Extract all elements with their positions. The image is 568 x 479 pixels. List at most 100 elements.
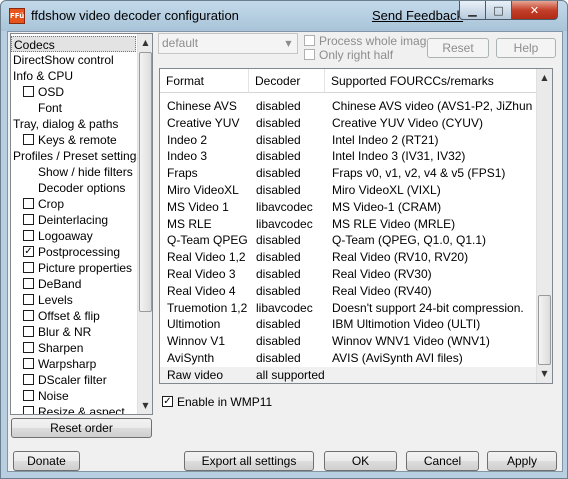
settings-tree-checkbox[interactable] xyxy=(23,374,34,385)
table-row[interactable]: Q-Team QPEG disabled Q-Team (QPEG, Q1.0, Q… xyxy=(160,232,538,249)
settings-tree-checkbox[interactable] xyxy=(23,406,34,414)
table-row[interactable]: Real Video 4 disabled Real Video (RV40) xyxy=(160,283,538,300)
settings-tree-checkbox[interactable] xyxy=(23,134,34,145)
settings-tree-item[interactable]: Codecs xyxy=(11,36,136,52)
only-right-half-box[interactable] xyxy=(304,49,315,60)
settings-tree-item[interactable]: Keys & remote xyxy=(11,132,137,148)
table-row[interactable]: Winnov V1 disabled Winnov WNV1 Video (WNV1… xyxy=(160,333,538,350)
settings-tree-item[interactable]: DirectShow control xyxy=(11,52,137,68)
minimize-button[interactable]: ▁ xyxy=(459,1,486,20)
settings-tree-item[interactable]: Info & CPU xyxy=(11,68,137,84)
settings-tree-checkbox[interactable] xyxy=(23,310,34,321)
table-row[interactable]: Raw video all supported xyxy=(160,366,538,383)
table-row[interactable]: Miro VideoXL disabled Miro VideoXL (VIXL) xyxy=(160,182,538,199)
settings-tree-item[interactable]: Resize & aspect xyxy=(11,404,137,414)
settings-tree-item[interactable]: ✓ Postprocessing xyxy=(11,244,137,260)
export-all-settings-button[interactable]: Export all settings xyxy=(184,451,314,471)
settings-tree-checkbox[interactable] xyxy=(23,86,34,97)
ok-button[interactable]: OK xyxy=(324,451,397,471)
settings-tree-checkbox[interactable] xyxy=(23,390,34,401)
settings-tree-item[interactable]: Sharpen xyxy=(11,340,137,356)
send-feedback-link[interactable]: Send Feedback xyxy=(372,8,463,23)
settings-tree-checkbox[interactable] xyxy=(23,358,34,369)
settings-tree[interactable]: Codecs DirectShow control Info & CPU OSD Fon… xyxy=(10,33,153,415)
ffdshow-app-icon[interactable]: FFü xyxy=(9,8,25,24)
preset-select[interactable]: default ▼ xyxy=(158,33,298,54)
table-row[interactable]: MS RLE libavcodec MS RLE Video (MRLE) xyxy=(160,216,538,233)
table-row[interactable]: MS Video 1 libavcodec MS Video-1 (CRAM) xyxy=(160,199,538,216)
settings-tree-item[interactable]: Tray, dialog & paths xyxy=(11,116,137,132)
column-header-decoder[interactable]: Decoder xyxy=(249,69,325,93)
maximize-button[interactable]: □ xyxy=(485,1,512,20)
tree-scroll-down-icon[interactable]: ▼ xyxy=(139,398,152,413)
reset-order-button[interactable]: Reset order xyxy=(11,418,152,438)
settings-tree-item[interactable]: DScaler filter xyxy=(11,372,137,388)
close-button[interactable]: ✕ xyxy=(511,1,558,20)
settings-tree-item[interactable]: Offset & flip xyxy=(11,308,137,324)
settings-tree-item[interactable]: Deinterlacing xyxy=(11,212,137,228)
table-cell-remarks: MS RLE Video (MRLE) xyxy=(332,216,456,231)
enable-wmp11-label: Enable in WMP11 xyxy=(177,395,273,409)
settings-tree-checkbox[interactable] xyxy=(23,262,34,273)
settings-tree-checkbox[interactable] xyxy=(23,294,34,305)
column-header-fourccs[interactable]: Supported FOURCCs/remarks xyxy=(325,69,538,93)
table-cell-remarks: Fraps v0, v1, v2, v4 & v5 (FPS1) xyxy=(332,166,506,181)
table-row[interactable]: Indeo 2 disabled Intel Indeo 2 (RT21) xyxy=(160,132,538,149)
settings-tree-item[interactable]: OSD xyxy=(11,84,137,100)
enable-wmp11-checkbox[interactable]: ✓ Enable in WMP11 xyxy=(162,395,272,409)
settings-tree-item[interactable]: Blur & NR xyxy=(11,324,137,340)
codecs-table-scrollbar[interactable]: ▲ ▼ xyxy=(536,69,552,383)
table-row[interactable]: Creative YUV disabled Creative YUV Video (… xyxy=(160,115,538,132)
settings-tree-checkbox[interactable] xyxy=(23,230,34,241)
settings-tree-item-label: Blur & NR xyxy=(38,325,92,339)
settings-tree-checkbox[interactable] xyxy=(23,214,34,225)
settings-tree-checkbox[interactable] xyxy=(23,342,34,353)
codecs-table[interactable]: Format Decoder Supported FOURCCs/remarks… xyxy=(159,68,553,384)
process-whole-image-checkbox[interactable]: Process whole image xyxy=(304,34,433,48)
table-row[interactable]: AviSynth disabled AVIS (AviSynth AVI files… xyxy=(160,350,538,367)
preset-select-value: default xyxy=(162,36,199,50)
settings-tree-scrollbar[interactable]: ▲ ▼ xyxy=(137,34,152,414)
settings-tree-item[interactable]: Profiles / Preset settings xyxy=(11,148,142,164)
table-cell-format: Ultimotion xyxy=(167,317,221,332)
table-row[interactable]: Indeo 3 disabled Intel Indeo 3 (IV31, IV32… xyxy=(160,148,538,165)
table-cell-remarks: AVIS (AviSynth AVI files) xyxy=(332,351,463,365)
tree-scroll-thumb[interactable] xyxy=(139,52,152,312)
table-row[interactable]: Chinese AVS disabled Chinese AVS video (AV… xyxy=(160,98,538,115)
apply-button[interactable]: Apply xyxy=(487,451,557,471)
enable-wmp11-box[interactable]: ✓ xyxy=(162,396,173,407)
settings-tree-item[interactable]: Decoder options xyxy=(11,180,137,196)
table-row[interactable]: Real Video 1,2 disabled Real Video (RV10, … xyxy=(160,249,538,266)
settings-tree-checkbox[interactable] xyxy=(23,198,34,209)
settings-tree-item[interactable]: Font xyxy=(11,100,137,116)
tree-scroll-up-icon[interactable]: ▲ xyxy=(139,35,152,50)
title-bar[interactable]: FFü ffdshow video decoder configuration … xyxy=(1,1,567,31)
table-row[interactable]: Real Video 3 disabled Real Video (RV30) xyxy=(160,266,538,283)
table-scroll-down-icon[interactable]: ▼ xyxy=(538,366,551,381)
settings-tree-item[interactable]: Crop xyxy=(11,196,137,212)
table-row[interactable]: Fraps disabled Fraps v0, v1, v2, v4 & v5 (… xyxy=(160,165,538,182)
table-scroll-up-icon[interactable]: ▲ xyxy=(538,70,551,85)
settings-tree-checkbox[interactable] xyxy=(23,278,34,289)
check-icon[interactable]: ✓ xyxy=(23,246,34,257)
settings-tree-item[interactable]: Noise xyxy=(11,388,137,404)
table-row[interactable]: Ultimotion disabled IBM Ultimotion Video (… xyxy=(160,316,538,333)
settings-tree-item[interactable]: Levels xyxy=(11,292,137,308)
cancel-button[interactable]: Cancel xyxy=(406,451,479,471)
donate-button[interactable]: Donate xyxy=(13,451,80,471)
settings-tree-item[interactable]: Picture properties xyxy=(11,260,137,276)
table-row[interactable]: Truemotion 1,2 libavcodec Doesn't support … xyxy=(160,300,538,317)
settings-tree-item[interactable]: DeBand xyxy=(11,276,137,292)
help-button[interactable]: Help xyxy=(496,38,556,58)
column-header-format[interactable]: Format xyxy=(160,69,249,93)
settings-tree-item[interactable]: Warpsharp xyxy=(11,356,137,372)
dialog-client-area: Codecs DirectShow control Info & CPU OSD Fon… xyxy=(7,31,563,472)
process-whole-image-box[interactable] xyxy=(304,35,315,46)
settings-tree-item[interactable]: Logoaway xyxy=(11,228,137,244)
reset-button[interactable]: Reset xyxy=(427,38,489,58)
only-right-half-checkbox[interactable]: Only right half xyxy=(304,48,393,62)
settings-tree-item[interactable]: Show / hide filters xyxy=(11,164,137,180)
table-scroll-thumb[interactable] xyxy=(538,295,551,365)
settings-tree-checkbox[interactable] xyxy=(23,326,34,337)
table-cell-remarks: IBM Ultimotion Video (ULTI) xyxy=(332,317,481,332)
